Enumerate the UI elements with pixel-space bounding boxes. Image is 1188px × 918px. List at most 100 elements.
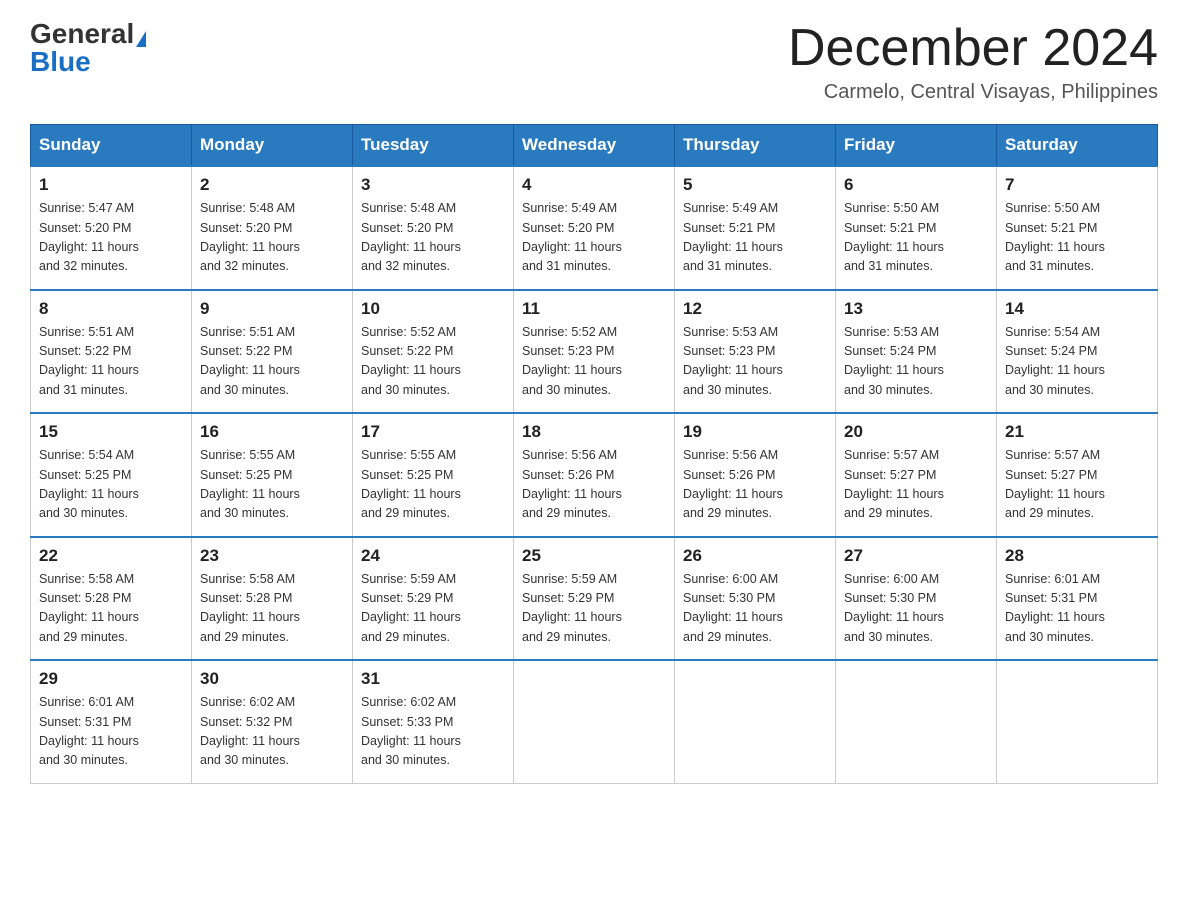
calendar-subtitle: Carmelo, Central Visayas, Philippines (788, 81, 1158, 104)
day-info: Sunrise: 5:53 AM Sunset: 5:23 PM Dayligh… (683, 323, 827, 401)
day-number: 6 (844, 175, 988, 195)
header-right: December 2024 Carmelo, Central Visayas, … (788, 20, 1158, 104)
day-info: Sunrise: 5:57 AM Sunset: 5:27 PM Dayligh… (844, 446, 988, 524)
calendar-day-cell: 8 Sunrise: 5:51 AM Sunset: 5:22 PM Dayli… (31, 290, 192, 414)
day-number: 28 (1005, 546, 1149, 566)
day-info: Sunrise: 5:49 AM Sunset: 5:20 PM Dayligh… (522, 199, 666, 277)
logo: General Blue (30, 20, 146, 76)
day-number: 11 (522, 299, 666, 319)
day-info: Sunrise: 6:00 AM Sunset: 5:30 PM Dayligh… (844, 570, 988, 648)
day-number: 5 (683, 175, 827, 195)
day-number: 29 (39, 669, 183, 689)
calendar-day-cell: 28 Sunrise: 6:01 AM Sunset: 5:31 PM Dayl… (997, 537, 1158, 661)
day-number: 23 (200, 546, 344, 566)
day-number: 31 (361, 669, 505, 689)
calendar-day-cell: 31 Sunrise: 6:02 AM Sunset: 5:33 PM Dayl… (353, 660, 514, 783)
day-number: 18 (522, 422, 666, 442)
calendar-day-cell: 16 Sunrise: 5:55 AM Sunset: 5:25 PM Dayl… (192, 413, 353, 537)
calendar-day-cell: 4 Sunrise: 5:49 AM Sunset: 5:20 PM Dayli… (514, 166, 675, 290)
calendar-day-cell (514, 660, 675, 783)
calendar-day-cell (675, 660, 836, 783)
calendar-day-cell: 13 Sunrise: 5:53 AM Sunset: 5:24 PM Dayl… (836, 290, 997, 414)
day-info: Sunrise: 5:47 AM Sunset: 5:20 PM Dayligh… (39, 199, 183, 277)
day-of-week-header: Wednesday (514, 125, 675, 167)
day-number: 3 (361, 175, 505, 195)
day-info: Sunrise: 5:49 AM Sunset: 5:21 PM Dayligh… (683, 199, 827, 277)
day-number: 10 (361, 299, 505, 319)
day-number: 24 (361, 546, 505, 566)
day-info: Sunrise: 5:51 AM Sunset: 5:22 PM Dayligh… (39, 323, 183, 401)
day-number: 1 (39, 175, 183, 195)
day-info: Sunrise: 5:48 AM Sunset: 5:20 PM Dayligh… (361, 199, 505, 277)
day-info: Sunrise: 5:50 AM Sunset: 5:21 PM Dayligh… (844, 199, 988, 277)
calendar-day-cell: 30 Sunrise: 6:02 AM Sunset: 5:32 PM Dayl… (192, 660, 353, 783)
day-info: Sunrise: 5:56 AM Sunset: 5:26 PM Dayligh… (683, 446, 827, 524)
calendar-day-cell: 2 Sunrise: 5:48 AM Sunset: 5:20 PM Dayli… (192, 166, 353, 290)
day-number: 20 (844, 422, 988, 442)
day-info: Sunrise: 6:01 AM Sunset: 5:31 PM Dayligh… (39, 693, 183, 771)
day-info: Sunrise: 6:01 AM Sunset: 5:31 PM Dayligh… (1005, 570, 1149, 648)
calendar-day-cell: 26 Sunrise: 6:00 AM Sunset: 5:30 PM Dayl… (675, 537, 836, 661)
day-number: 19 (683, 422, 827, 442)
calendar-day-cell: 5 Sunrise: 5:49 AM Sunset: 5:21 PM Dayli… (675, 166, 836, 290)
page-header: General Blue December 2024 Carmelo, Cent… (30, 20, 1158, 104)
calendar-day-cell: 6 Sunrise: 5:50 AM Sunset: 5:21 PM Dayli… (836, 166, 997, 290)
day-number: 4 (522, 175, 666, 195)
day-info: Sunrise: 5:54 AM Sunset: 5:24 PM Dayligh… (1005, 323, 1149, 401)
calendar-day-cell: 20 Sunrise: 5:57 AM Sunset: 5:27 PM Dayl… (836, 413, 997, 537)
day-info: Sunrise: 5:59 AM Sunset: 5:29 PM Dayligh… (522, 570, 666, 648)
day-of-week-header: Friday (836, 125, 997, 167)
calendar-table: SundayMondayTuesdayWednesdayThursdayFrid… (30, 124, 1158, 784)
day-number: 7 (1005, 175, 1149, 195)
day-info: Sunrise: 5:59 AM Sunset: 5:29 PM Dayligh… (361, 570, 505, 648)
day-number: 16 (200, 422, 344, 442)
day-of-week-header: Monday (192, 125, 353, 167)
calendar-day-cell: 3 Sunrise: 5:48 AM Sunset: 5:20 PM Dayli… (353, 166, 514, 290)
day-info: Sunrise: 5:50 AM Sunset: 5:21 PM Dayligh… (1005, 199, 1149, 277)
day-number: 22 (39, 546, 183, 566)
calendar-week-row: 8 Sunrise: 5:51 AM Sunset: 5:22 PM Dayli… (31, 290, 1158, 414)
day-number: 30 (200, 669, 344, 689)
calendar-day-cell: 15 Sunrise: 5:54 AM Sunset: 5:25 PM Dayl… (31, 413, 192, 537)
logo-triangle-icon (136, 31, 146, 47)
day-info: Sunrise: 5:48 AM Sunset: 5:20 PM Dayligh… (200, 199, 344, 277)
day-info: Sunrise: 5:55 AM Sunset: 5:25 PM Dayligh… (361, 446, 505, 524)
day-number: 21 (1005, 422, 1149, 442)
day-number: 2 (200, 175, 344, 195)
calendar-day-cell: 24 Sunrise: 5:59 AM Sunset: 5:29 PM Dayl… (353, 537, 514, 661)
day-number: 26 (683, 546, 827, 566)
day-number: 13 (844, 299, 988, 319)
day-info: Sunrise: 5:52 AM Sunset: 5:22 PM Dayligh… (361, 323, 505, 401)
day-info: Sunrise: 6:00 AM Sunset: 5:30 PM Dayligh… (683, 570, 827, 648)
calendar-day-cell: 10 Sunrise: 5:52 AM Sunset: 5:22 PM Dayl… (353, 290, 514, 414)
calendar-week-row: 22 Sunrise: 5:58 AM Sunset: 5:28 PM Dayl… (31, 537, 1158, 661)
calendar-day-cell: 18 Sunrise: 5:56 AM Sunset: 5:26 PM Dayl… (514, 413, 675, 537)
day-of-week-header: Thursday (675, 125, 836, 167)
day-of-week-header: Sunday (31, 125, 192, 167)
calendar-day-cell: 19 Sunrise: 5:56 AM Sunset: 5:26 PM Dayl… (675, 413, 836, 537)
logo-blue-text: Blue (30, 46, 91, 77)
day-number: 27 (844, 546, 988, 566)
calendar-header-row: SundayMondayTuesdayWednesdayThursdayFrid… (31, 125, 1158, 167)
day-info: Sunrise: 5:53 AM Sunset: 5:24 PM Dayligh… (844, 323, 988, 401)
calendar-day-cell: 12 Sunrise: 5:53 AM Sunset: 5:23 PM Dayl… (675, 290, 836, 414)
calendar-day-cell: 27 Sunrise: 6:00 AM Sunset: 5:30 PM Dayl… (836, 537, 997, 661)
day-number: 17 (361, 422, 505, 442)
day-number: 25 (522, 546, 666, 566)
day-info: Sunrise: 5:56 AM Sunset: 5:26 PM Dayligh… (522, 446, 666, 524)
logo-top: General (30, 20, 146, 48)
day-info: Sunrise: 6:02 AM Sunset: 5:33 PM Dayligh… (361, 693, 505, 771)
calendar-day-cell: 25 Sunrise: 5:59 AM Sunset: 5:29 PM Dayl… (514, 537, 675, 661)
calendar-week-row: 1 Sunrise: 5:47 AM Sunset: 5:20 PM Dayli… (31, 166, 1158, 290)
day-number: 9 (200, 299, 344, 319)
day-info: Sunrise: 5:52 AM Sunset: 5:23 PM Dayligh… (522, 323, 666, 401)
calendar-day-cell: 1 Sunrise: 5:47 AM Sunset: 5:20 PM Dayli… (31, 166, 192, 290)
day-of-week-header: Saturday (997, 125, 1158, 167)
day-info: Sunrise: 5:58 AM Sunset: 5:28 PM Dayligh… (39, 570, 183, 648)
day-number: 8 (39, 299, 183, 319)
day-of-week-header: Tuesday (353, 125, 514, 167)
calendar-day-cell: 23 Sunrise: 5:58 AM Sunset: 5:28 PM Dayl… (192, 537, 353, 661)
day-number: 15 (39, 422, 183, 442)
calendar-day-cell: 7 Sunrise: 5:50 AM Sunset: 5:21 PM Dayli… (997, 166, 1158, 290)
logo-general-text: General (30, 18, 134, 49)
